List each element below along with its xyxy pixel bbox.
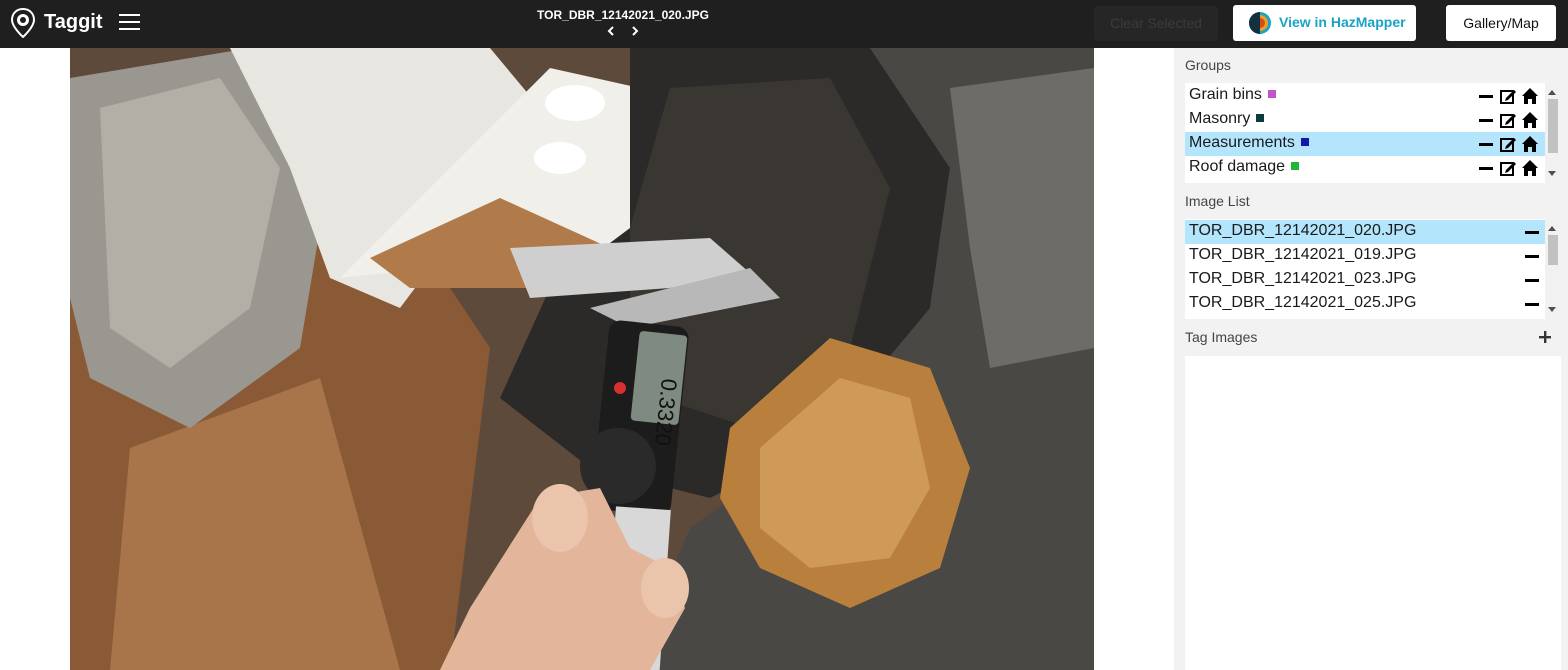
group-name: Measurements — [1189, 134, 1309, 152]
home-icon[interactable] — [1521, 135, 1539, 153]
image-list-item[interactable]: TOR_DBR_12142021_019.JPG — [1185, 244, 1545, 268]
group-actions — [1477, 111, 1543, 129]
groups-scrollbar[interactable] — [1545, 83, 1559, 183]
image-viewer[interactable]: 0.3320 — [70, 48, 1094, 670]
hazmapper-logo-icon — [1248, 11, 1272, 35]
scroll-down-icon[interactable] — [1548, 307, 1556, 313]
home-icon[interactable] — [1521, 159, 1539, 177]
edit-icon[interactable] — [1499, 111, 1517, 129]
app-title[interactable]: Taggit — [44, 11, 103, 34]
image-list-item[interactable]: TOR_DBR_12142021_025.JPG — [1185, 292, 1545, 316]
edit-icon[interactable] — [1499, 159, 1517, 177]
group-name: Grain bins — [1189, 86, 1276, 104]
group-name: Masonry — [1189, 110, 1265, 128]
image-list-scrollbar[interactable] — [1545, 219, 1559, 319]
image-list-label: Image List — [1185, 193, 1250, 209]
minus-icon[interactable] — [1477, 111, 1495, 129]
chevron-left-icon[interactable] — [604, 24, 618, 40]
image-name: TOR_DBR_12142021_019.JPG — [1189, 246, 1417, 263]
taggit-logo-icon[interactable] — [10, 7, 36, 39]
top-bar: Taggit TOR_DBR_12142021_020.JPG Clear Se… — [0, 0, 1568, 48]
image-name: TOR_DBR_12142021_025.JPG — [1189, 294, 1417, 311]
group-row-grain-bins[interactable]: Grain bins — [1185, 84, 1545, 108]
groups-list[interactable]: Grain bins Masonry Measurements Roof dam… — [1185, 83, 1559, 183]
group-color-swatch — [1300, 137, 1309, 146]
add-tag-icon[interactable] — [1538, 330, 1552, 344]
group-color-swatch — [1256, 113, 1265, 122]
image-list-item[interactable]: TOR_DBR_12142021_020.JPG — [1185, 220, 1545, 244]
tag-images-label: Tag Images — [1185, 329, 1258, 345]
edit-icon[interactable] — [1499, 87, 1517, 105]
home-icon[interactable] — [1521, 111, 1539, 129]
minus-icon[interactable] — [1477, 135, 1495, 153]
scroll-down-icon[interactable] — [1548, 171, 1556, 177]
group-name: Roof damage — [1189, 158, 1300, 176]
scroll-thumb[interactable] — [1548, 99, 1558, 153]
scroll-thumb[interactable] — [1548, 235, 1558, 265]
side-panel: Groups Grain bins Masonry Measurements R… — [1174, 48, 1568, 670]
hazmapper-label: View in HazMapper — [1279, 14, 1406, 30]
group-actions — [1477, 159, 1543, 177]
minus-icon[interactable] — [1477, 87, 1495, 105]
menu-icon[interactable] — [119, 14, 140, 32]
image-name: TOR_DBR_12142021_020.JPG — [1189, 222, 1417, 239]
group-row-measurements[interactable]: Measurements — [1185, 132, 1545, 156]
group-color-swatch — [1267, 89, 1276, 98]
image-list-item[interactable]: TOR_DBR_12142021_023.JPG — [1185, 268, 1545, 292]
tag-images-area[interactable] — [1185, 356, 1561, 670]
image-navigation — [598, 24, 648, 40]
scroll-up-icon[interactable] — [1548, 225, 1556, 231]
image-list[interactable]: TOR_DBR_12142021_020.JPG TOR_DBR_1214202… — [1185, 219, 1559, 319]
group-row-roof-damage[interactable]: Roof damage — [1185, 156, 1545, 180]
group-actions — [1477, 135, 1543, 153]
scroll-up-icon[interactable] — [1548, 89, 1556, 95]
image-name: TOR_DBR_12142021_023.JPG — [1189, 270, 1417, 287]
current-file-title: TOR_DBR_12142021_020.JPG — [537, 8, 709, 22]
group-color-swatch — [1291, 161, 1300, 170]
minus-icon[interactable] — [1523, 295, 1541, 313]
gallery-map-button[interactable]: Gallery/Map — [1446, 5, 1556, 41]
damage-photo: 0.3320 — [70, 48, 1094, 670]
groups-label: Groups — [1185, 57, 1231, 73]
minus-icon[interactable] — [1523, 271, 1541, 289]
chevron-right-icon[interactable] — [628, 24, 642, 40]
minus-icon[interactable] — [1523, 247, 1541, 265]
clear-selected-button[interactable]: Clear Selected — [1094, 6, 1218, 41]
view-in-hazmapper-button[interactable]: View in HazMapper — [1233, 5, 1416, 41]
group-row-masonry[interactable]: Masonry — [1185, 108, 1545, 132]
edit-icon[interactable] — [1499, 135, 1517, 153]
home-icon[interactable] — [1521, 87, 1539, 105]
minus-icon[interactable] — [1523, 223, 1541, 241]
group-actions — [1477, 87, 1543, 105]
minus-icon[interactable] — [1477, 159, 1495, 177]
